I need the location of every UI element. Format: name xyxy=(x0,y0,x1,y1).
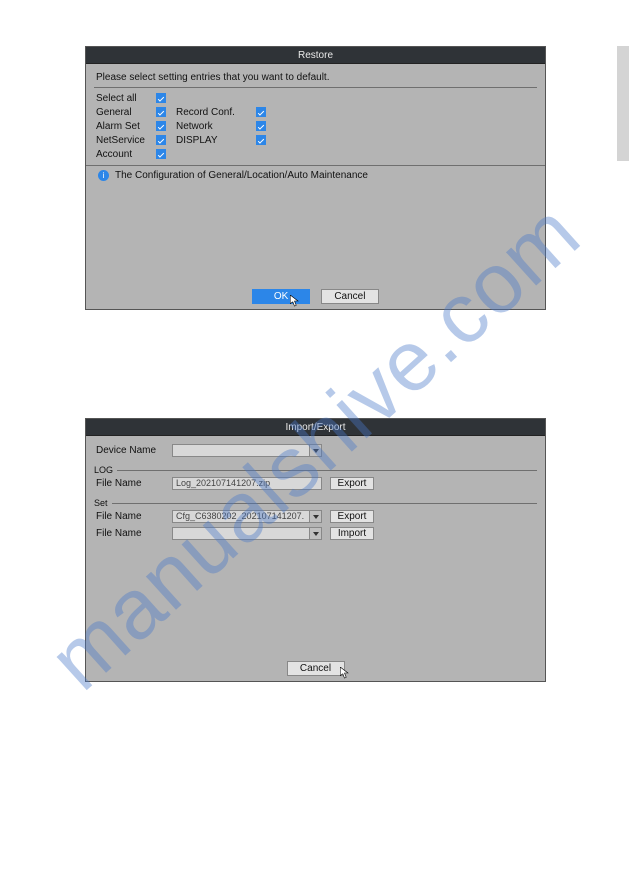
set-file-label: File Name xyxy=(96,511,172,522)
opt-account-label: Account xyxy=(96,148,156,162)
checkbox-alarm[interactable] xyxy=(156,121,166,131)
log-file-label: File Name xyxy=(96,478,172,489)
divider xyxy=(112,503,537,504)
opt-general-label: General xyxy=(96,106,156,120)
cancel-button-2[interactable]: Cancel xyxy=(287,661,345,676)
ok-button[interactable]: OK xyxy=(252,289,310,304)
checkbox-network[interactable] xyxy=(256,121,266,131)
set-file-combo[interactable]: Cfg_C6380202_202107141207. xyxy=(172,510,322,523)
export-set-button[interactable]: Export xyxy=(330,510,374,523)
cancel-button[interactable]: Cancel xyxy=(321,289,379,304)
divider xyxy=(94,87,537,88)
set-file-value: Cfg_C6380202_202107141207. xyxy=(176,511,304,521)
info-text: The Configuration of General/Location/Au… xyxy=(115,170,368,181)
restore-title: Restore xyxy=(86,47,545,64)
opt-netservice-label: NetService xyxy=(96,134,156,148)
page-scroll-marker xyxy=(617,46,629,161)
checkbox-record[interactable] xyxy=(256,107,266,117)
chevron-down-icon xyxy=(309,511,321,522)
checkbox-display[interactable] xyxy=(256,135,266,145)
log-file-input[interactable]: Log_202107141207.zip xyxy=(172,477,322,490)
opt-alarm-label: Alarm Set xyxy=(96,120,156,134)
restore-dialog: Restore Please select setting entries th… xyxy=(85,46,546,310)
opt-network-label: Network xyxy=(176,120,256,134)
import-file-combo[interactable] xyxy=(172,527,322,540)
checkbox-selectall[interactable] xyxy=(156,93,166,103)
chevron-down-icon xyxy=(309,445,321,456)
import-file-label: File Name xyxy=(96,528,172,539)
group-set: Set xyxy=(94,498,112,508)
device-name-label: Device Name xyxy=(96,445,172,456)
info-icon: i xyxy=(98,170,109,181)
opt-display-label: DISPLAY xyxy=(176,134,256,148)
opt-selectall-label: Select all xyxy=(96,92,156,106)
chevron-down-icon xyxy=(309,528,321,539)
device-name-combo[interactable] xyxy=(172,444,322,457)
import-export-dialog: Import/Export Device Name LOG File Name … xyxy=(85,418,546,682)
group-log: LOG xyxy=(94,465,117,475)
checkbox-netservice[interactable] xyxy=(156,135,166,145)
divider xyxy=(117,470,537,471)
import-button[interactable]: Import xyxy=(330,527,374,540)
restore-prompt: Please select setting entries that you w… xyxy=(86,70,545,87)
opt-record-label: Record Conf. xyxy=(176,106,256,120)
impexp-title: Import/Export xyxy=(86,419,545,436)
checkbox-general[interactable] xyxy=(156,107,166,117)
checkbox-account[interactable] xyxy=(156,149,166,159)
export-log-button[interactable]: Export xyxy=(330,477,374,490)
